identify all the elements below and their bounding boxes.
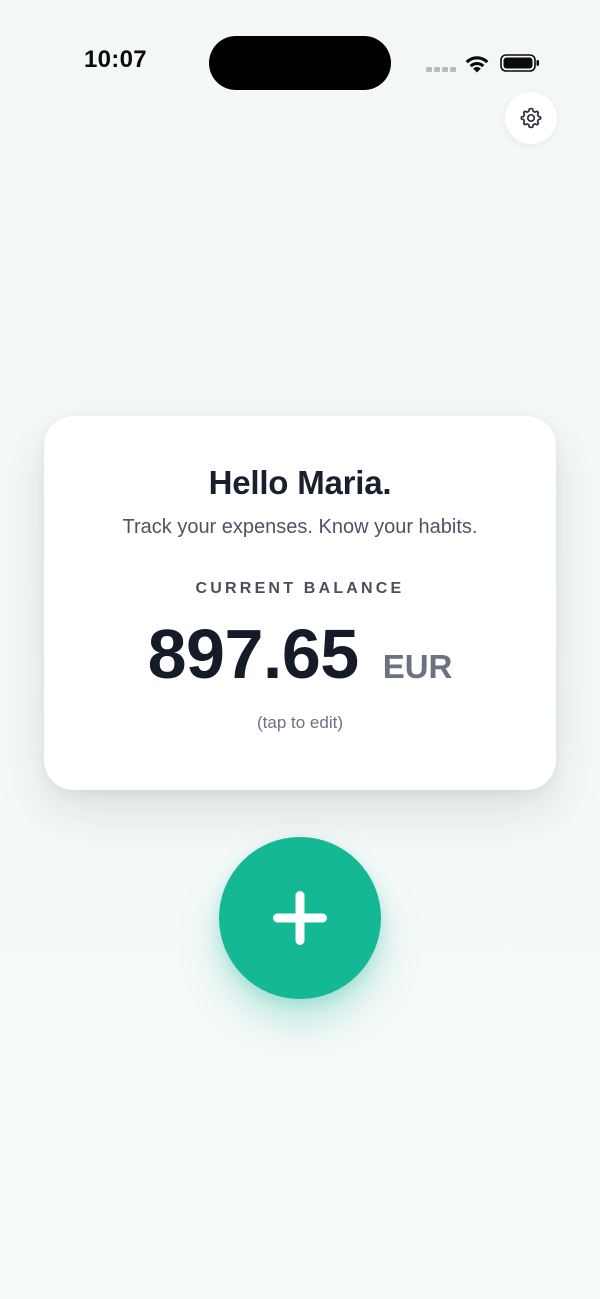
balance-card[interactable]: Hello Maria. Track your expenses. Know y… xyxy=(44,416,556,790)
balance-label: CURRENT BALANCE xyxy=(195,580,405,597)
add-expense-button[interactable] xyxy=(219,837,381,999)
wifi-icon xyxy=(465,56,489,73)
edit-hint: (tap to edit) xyxy=(257,713,343,732)
cellular-signal-icon xyxy=(426,67,456,73)
home-screen: 10:07 Hello Maria. Track your expenses. … xyxy=(0,0,600,1299)
dynamic-island xyxy=(209,36,391,90)
balance-currency: EUR xyxy=(382,648,453,685)
plus-icon xyxy=(273,891,327,945)
balance-amount[interactable]: 897.65 xyxy=(148,614,360,694)
battery-icon xyxy=(500,54,539,72)
greeting-title: Hello Maria. xyxy=(208,464,392,501)
status-bar-time: 10:07 xyxy=(84,46,147,73)
tagline: Track your expenses. Know your habits. xyxy=(122,516,478,538)
gear-icon xyxy=(520,107,542,129)
settings-button[interactable] xyxy=(505,92,557,144)
balance-row[interactable]: 897.65 EUR xyxy=(44,614,556,694)
